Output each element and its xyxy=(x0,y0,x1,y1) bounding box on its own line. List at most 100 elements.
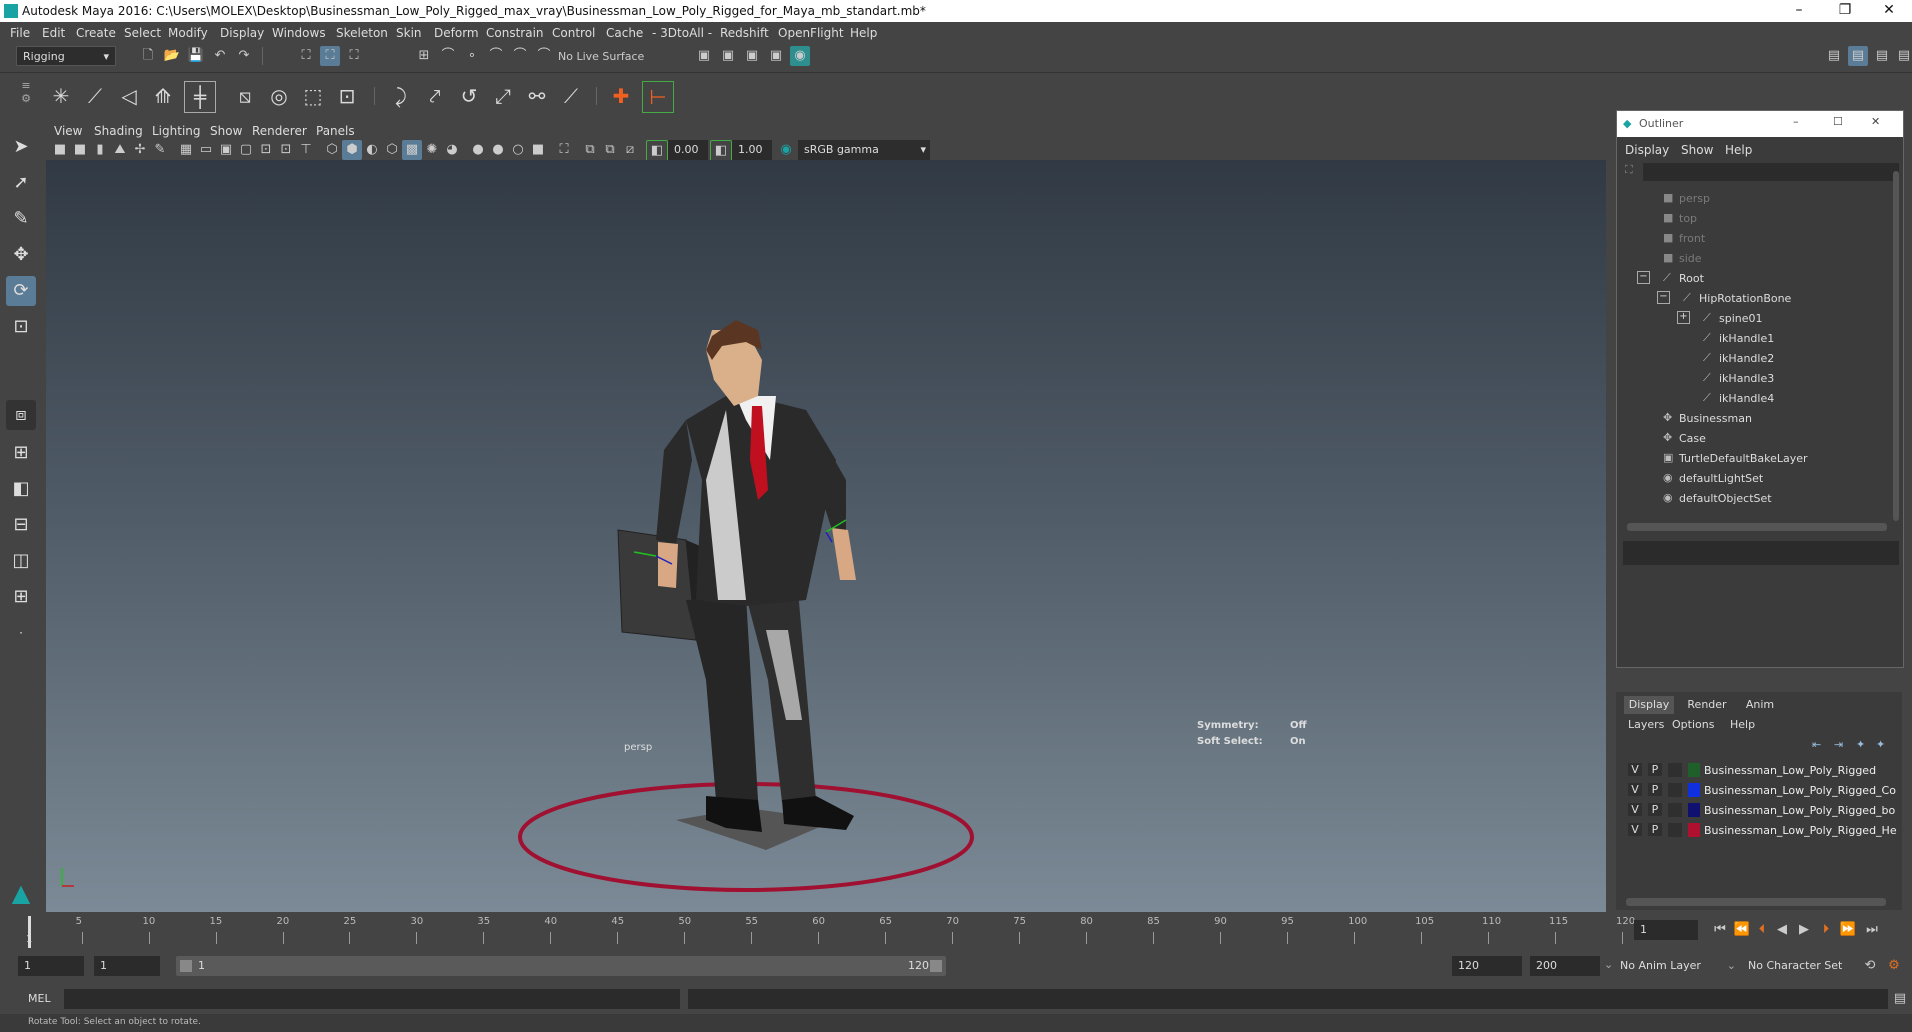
use-default-material-icon[interactable]: ◐ xyxy=(362,140,382,160)
outliner-item[interactable]: ■ side xyxy=(1617,249,1887,269)
outliner-item[interactable]: ◉ defaultObjectSet xyxy=(1617,489,1887,509)
character-set-dropdown[interactable]: No Character Set xyxy=(1748,956,1872,976)
layer-menu-help[interactable]: Help xyxy=(1730,718,1755,731)
layer-row[interactable]: V P Businessman_Low_Poly_Rigged_Co xyxy=(1616,780,1896,800)
menu-help[interactable]: Help xyxy=(850,26,877,40)
toggle-channelbox-icon[interactable]: ▤ xyxy=(1848,46,1868,66)
paint-weights-icon[interactable]: ◎ xyxy=(264,81,294,111)
color-management-icon[interactable]: ◉ xyxy=(776,140,796,160)
use-all-lights-icon[interactable]: ✺ xyxy=(422,140,442,160)
layer-visibility-toggle[interactable]: V xyxy=(1628,803,1642,816)
anti-aliasing-icon[interactable]: ○ xyxy=(508,140,528,160)
view-transform-dropdown[interactable]: sRGB gamma ▾ xyxy=(798,140,930,160)
menu-display[interactable]: Display xyxy=(220,26,264,40)
lattice-icon[interactable]: ⬚ xyxy=(298,81,328,111)
layer-name[interactable]: Businessman_Low_Poly_Rigged xyxy=(1704,764,1900,777)
snap-surface-icon[interactable]: ⌒ xyxy=(510,46,530,66)
current-frame-field[interactable]: 1 xyxy=(1634,920,1698,940)
close-button[interactable]: ✕ xyxy=(1866,0,1912,22)
layer-reference-toggle[interactable] xyxy=(1668,763,1682,777)
menu-file[interactable]: File xyxy=(10,26,30,40)
gamma-field[interactable]: 1.00 xyxy=(732,140,772,160)
layer-menu-options[interactable]: Options xyxy=(1672,718,1714,731)
anim-layer-dropdown[interactable]: No Anim Layer ⌄ xyxy=(1620,956,1740,976)
menu-modify[interactable]: Modify xyxy=(168,26,208,40)
orient-constraint-icon[interactable]: ↺ xyxy=(454,81,484,111)
bind-skin-icon[interactable]: ⧅ xyxy=(230,81,260,111)
outliner-layout-icon[interactable]: ⊞ xyxy=(6,582,36,612)
layer-visibility-toggle[interactable]: V xyxy=(1628,783,1642,796)
menu-constrain[interactable]: Constrain xyxy=(486,26,544,40)
save-scene-icon[interactable]: 💾 xyxy=(186,46,206,66)
insert-joint-icon[interactable]: ⟋ xyxy=(80,81,110,111)
step-forward-frame-icon[interactable]: ⏩ xyxy=(1838,920,1858,940)
bookmark-icon[interactable]: ▮ xyxy=(90,140,110,160)
new-layer-selected-icon[interactable]: ✦ xyxy=(1876,738,1885,751)
play-forward-icon[interactable]: ▶ xyxy=(1794,920,1814,940)
time-slider[interactable]: 5 10 15 20 25 30 35 40 45 50 55 60 65 70 75 80 85 90 95 100… xyxy=(0,912,1912,952)
outliner-item[interactable]: + ⟋ spine01 xyxy=(1617,309,1887,329)
shadows-icon[interactable]: ◕ xyxy=(442,140,462,160)
make-live-icon[interactable]: ⌒ xyxy=(534,46,554,66)
render-view-icon[interactable]: ▣ xyxy=(694,46,714,66)
wireframe-icon[interactable]: ⬡ xyxy=(322,140,342,160)
move-tool-icon[interactable]: ✥ xyxy=(6,240,36,270)
layer-playback-toggle[interactable]: P xyxy=(1648,783,1662,796)
panel-menu-shading[interactable]: Shading xyxy=(94,124,143,138)
parent-constraint-icon[interactable]: ⚯ xyxy=(522,81,552,111)
select-camera-icon[interactable]: ■ xyxy=(50,140,70,160)
outliner-menu-display[interactable]: Display xyxy=(1625,143,1669,157)
outliner-item[interactable]: ■ front xyxy=(1617,229,1887,249)
layer-color-swatch[interactable] xyxy=(1688,823,1700,837)
outliner-item[interactable]: ◉ defaultLightSet xyxy=(1617,469,1887,489)
four-view-layout-icon[interactable]: ⊞ xyxy=(6,438,36,468)
command-input[interactable] xyxy=(64,989,680,1009)
outliner-maximize-button[interactable]: ☐ xyxy=(1833,115,1843,128)
layer-horizontal-scrollbar[interactable] xyxy=(1626,898,1886,906)
step-forward-key-icon[interactable]: ⏵ xyxy=(1816,920,1836,940)
ik-handle-tool-icon[interactable]: ◁ xyxy=(114,81,144,111)
isolate-select-icon[interactable]: ⛶ xyxy=(554,140,574,160)
move-layer-down-icon[interactable]: ⇥ xyxy=(1834,738,1843,751)
panel-menu-show[interactable]: Show xyxy=(210,124,242,138)
safe-action-icon[interactable]: ⊡ xyxy=(276,140,296,160)
menu-skin[interactable]: Skin xyxy=(396,26,422,40)
xray-active-components-icon[interactable]: ⧉ xyxy=(600,140,620,160)
persp-outliner-layout-icon[interactable]: ◧ xyxy=(6,474,36,504)
menu-3dtoall[interactable]: - 3DtoAll - xyxy=(652,26,712,40)
collapse-icon[interactable]: − xyxy=(1637,271,1650,284)
layer-color-swatch[interactable] xyxy=(1688,763,1700,777)
step-back-frame-icon[interactable]: ⏪ xyxy=(1732,920,1752,940)
new-scene-icon[interactable]: 🗋 xyxy=(138,46,158,66)
motion-blur-icon[interactable]: ● xyxy=(488,140,508,160)
snap-point-icon[interactable]: ∘ xyxy=(462,46,482,66)
scale-tool-icon[interactable]: ⊡ xyxy=(6,312,36,342)
new-empty-layer-icon[interactable]: ✦ xyxy=(1856,738,1865,751)
select-component-icon[interactable]: ⛶ xyxy=(344,46,364,66)
xray-joints-icon[interactable]: ⧄ xyxy=(620,140,640,160)
menu-control[interactable]: Control xyxy=(552,26,595,40)
grease-pencil-icon[interactable]: ✎ xyxy=(150,140,170,160)
maya-home-icon[interactable]: ▲ xyxy=(6,878,36,908)
auto-key-icon[interactable]: ⟲ xyxy=(1860,956,1880,976)
layer-playback-toggle[interactable]: P xyxy=(1648,803,1662,816)
aim-constraint-icon[interactable]: ⤤ xyxy=(420,81,450,111)
snap-grid-icon[interactable]: ⊞ xyxy=(414,46,434,66)
snap-curve-icon[interactable]: ⌒ xyxy=(438,46,458,66)
outliner-item[interactable]: ⟋ ikHandle4 xyxy=(1617,389,1887,409)
film-gate-icon[interactable]: ▭ xyxy=(196,140,216,160)
mirror-joint-icon[interactable]: ╪ xyxy=(184,81,216,113)
outliner-close-button[interactable]: ✕ xyxy=(1871,115,1880,128)
layer-name[interactable]: Businessman_Low_Poly_Rigged_Co xyxy=(1704,784,1900,797)
point-constraint-icon[interactable]: ⤸ xyxy=(386,81,416,111)
menu-openflight[interactable]: OpenFlight xyxy=(778,26,844,40)
rotate-tool-icon[interactable]: ⟳ xyxy=(6,276,36,306)
tab-display[interactable]: Display xyxy=(1624,696,1674,714)
outliner-item[interactable]: ⟋ ikHandle1 xyxy=(1617,329,1887,349)
panel-menu-view[interactable]: View xyxy=(54,124,82,138)
layer-playback-toggle[interactable]: P xyxy=(1648,763,1662,776)
go-to-end-icon[interactable]: ⏭ xyxy=(1862,920,1882,940)
layer-row[interactable]: V P Businessman_Low_Poly_Rigged_He xyxy=(1616,820,1897,840)
gate-mask-icon[interactable]: ▢ xyxy=(236,140,256,160)
lasso-tool-icon[interactable]: ➚ xyxy=(6,168,36,198)
